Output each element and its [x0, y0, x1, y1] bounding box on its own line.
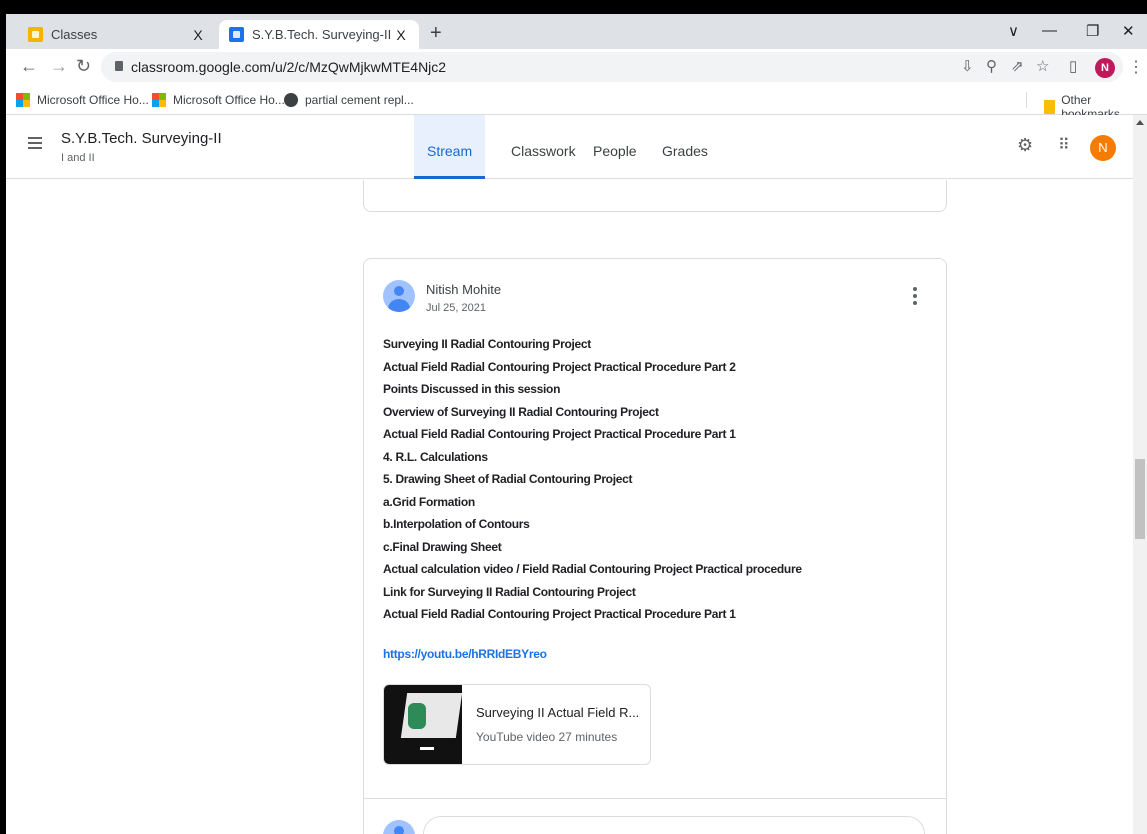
zoom-icon[interactable]: ⚲: [986, 57, 997, 75]
post-line: a.Grid Formation: [383, 494, 475, 509]
menu-icon[interactable]: [28, 137, 42, 149]
address-bar[interactable]: classroom.google.com/u/2/c/MzQwMjkwMTE4N…: [101, 52, 1123, 82]
browser-menu-icon[interactable]: ⋮: [1128, 57, 1144, 77]
browser-window: Classes X S.Y.B.Tech. Surveying-II I and…: [6, 14, 1147, 834]
stream-content: Nitish Mohite Jul 25, 2021 Surveying II …: [6, 180, 1133, 834]
classroom-header: S.Y.B.Tech. Surveying-II I and II Stream…: [6, 115, 1133, 179]
more-options-icon[interactable]: [913, 287, 919, 307]
scroll-thumb[interactable]: [1135, 459, 1145, 539]
share-icon[interactable]: ⇗: [1011, 57, 1024, 75]
classroom-favicon-icon: [28, 27, 43, 42]
scroll-up-icon[interactable]: [1136, 120, 1144, 125]
post-line: Overview of Surveying II Radial Contouri…: [383, 404, 659, 419]
bookmark-item[interactable]: partial cement repl...: [284, 93, 414, 107]
lock-icon: [115, 61, 123, 71]
author-avatar: [383, 280, 415, 312]
chevron-down-icon[interactable]: ∨: [1008, 22, 1019, 40]
youtube-link[interactable]: https://youtu.be/hRRIdEBYreo: [383, 647, 547, 661]
bookmarks-bar: Microsoft Office Ho... Microsoft Office …: [6, 85, 1147, 121]
gear-icon[interactable]: ⚙: [1017, 135, 1033, 156]
forward-icon[interactable]: →: [50, 56, 68, 77]
tab-stream[interactable]: Stream: [427, 143, 472, 159]
tab-title: Classes: [51, 27, 98, 42]
browser-toolbar: ← → ↻ classroom.google.com/u/2/c/MzQwMjk…: [6, 49, 1147, 85]
tab-strip: Classes X S.Y.B.Tech. Surveying-II I and…: [6, 14, 1147, 49]
attachment-title: Surveying II Actual Field R...: [476, 705, 640, 720]
post-line: Actual Field Radial Contouring Project P…: [383, 427, 736, 441]
bookmark-label: Microsoft Office Ho...: [173, 93, 285, 107]
bookmark-item[interactable]: Microsoft Office Ho...: [152, 93, 285, 107]
post-line: Actual calculation video / Field Radial …: [383, 562, 802, 576]
page-scrollbar[interactable]: [1133, 115, 1147, 834]
tab-classwork[interactable]: Classwork: [511, 143, 576, 159]
post-line: Link for Surveying II Radial Contouring …: [383, 584, 636, 599]
post-line: 4. R.L. Calculations: [383, 449, 488, 464]
video-thumbnail: [384, 685, 463, 764]
user-avatar[interactable]: N: [1090, 135, 1116, 161]
side-panel-icon[interactable]: ▯: [1069, 57, 1077, 75]
url-text[interactable]: classroom.google.com/u/2/c/MzQwMjkwMTE4N…: [131, 59, 446, 75]
globe-icon: [284, 93, 298, 107]
post-line: Points Discussed in this session: [383, 382, 561, 396]
folder-icon: [1044, 100, 1056, 114]
post-line: b.Interpolation of Contours: [383, 517, 530, 531]
bookmark-label: partial cement repl...: [305, 93, 414, 107]
class-title[interactable]: S.Y.B.Tech. Surveying-II: [61, 130, 222, 147]
tab-title: S.Y.B.Tech. Surveying-II I and II: [252, 27, 393, 42]
tab-grades[interactable]: Grades: [662, 143, 708, 159]
post-date: Jul 25, 2021: [426, 302, 486, 314]
bookmark-star-icon[interactable]: ☆: [1036, 57, 1049, 75]
profile-avatar[interactable]: N: [1095, 58, 1115, 78]
post-card: Nitish Mohite Jul 25, 2021 Surveying II …: [363, 258, 947, 834]
apps-grid-icon[interactable]: ⠿: [1058, 135, 1070, 155]
install-icon[interactable]: ⇩: [961, 57, 974, 75]
bookmark-label: Microsoft Office Ho...: [37, 93, 149, 107]
tab-close-icon[interactable]: X: [393, 27, 409, 43]
attachment-subtitle: YouTube video 27 minutes: [476, 730, 618, 744]
tab-surveying[interactable]: S.Y.B.Tech. Surveying-II I and II X: [219, 20, 419, 49]
bookmarks-divider: [1026, 92, 1027, 108]
tab-people[interactable]: People: [593, 143, 637, 159]
video-attachment[interactable]: Surveying II Actual Field R... YouTube v…: [383, 684, 651, 765]
tab-close-icon[interactable]: X: [190, 27, 206, 43]
post-author: Nitish Mohite: [426, 282, 502, 297]
comment-input[interactable]: [423, 816, 925, 834]
classroom-favicon-icon: [229, 27, 244, 42]
new-tab-button[interactable]: +: [430, 22, 442, 45]
reload-icon[interactable]: ↻: [76, 56, 91, 77]
microsoft-icon: [152, 93, 166, 107]
post-line: 5. Drawing Sheet of Radial Contouring Pr…: [383, 472, 633, 486]
tab-classes[interactable]: Classes X: [18, 20, 216, 49]
comment-avatar: [383, 820, 415, 834]
post-line: c.Final Drawing Sheet: [383, 539, 502, 554]
restore-icon[interactable]: ❐: [1086, 22, 1099, 40]
back-icon[interactable]: ←: [20, 56, 38, 77]
class-subtitle: I and II: [61, 152, 95, 164]
post-body: Surveying II Radial Contouring Project A…: [383, 333, 923, 626]
close-icon[interactable]: ✕: [1122, 22, 1135, 40]
post-line: Surveying II Radial Contouring Project: [383, 337, 591, 351]
bookmark-item[interactable]: Microsoft Office Ho...: [16, 93, 149, 107]
minimize-icon[interactable]: —: [1042, 22, 1057, 39]
comment-divider: [364, 798, 946, 799]
microsoft-icon: [16, 93, 30, 107]
post-line: Actual Field Radial Contouring Project P…: [383, 607, 736, 621]
post-line: Actual Field Radial Contouring Project P…: [383, 359, 736, 374]
previous-post-card: [363, 180, 947, 212]
